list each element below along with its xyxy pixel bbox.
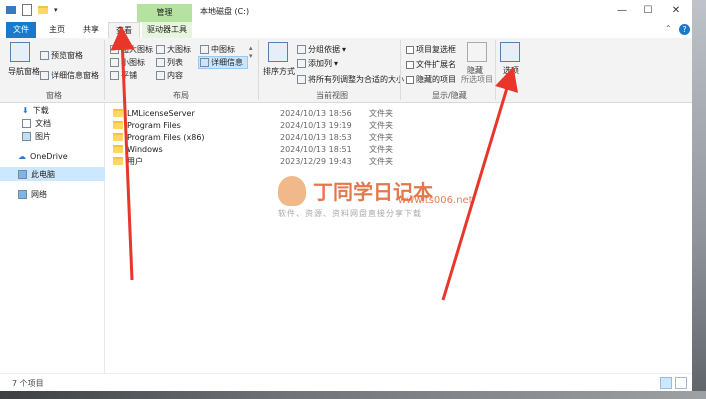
arrow-to-options (441, 66, 519, 301)
arrow-to-view-tab (110, 26, 135, 281)
annotation-arrows (110, 26, 519, 301)
